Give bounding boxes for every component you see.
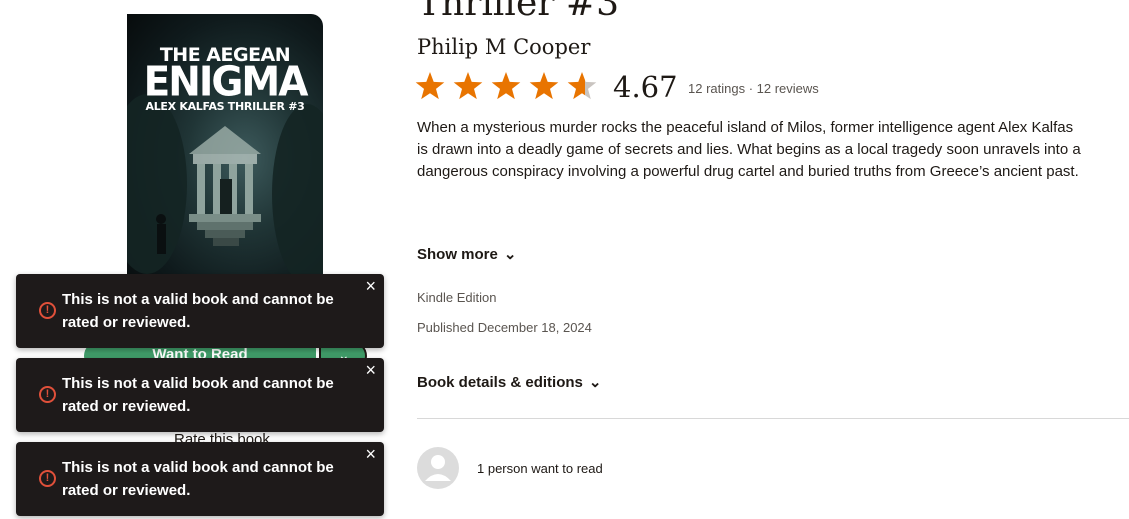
edition-format: Kindle Edition bbox=[417, 290, 497, 305]
close-icon[interactable]: × bbox=[365, 445, 376, 463]
error-toast: ! This is not a valid book and cannot be… bbox=[16, 358, 384, 432]
error-toast: ! This is not a valid book and cannot be… bbox=[16, 442, 384, 516]
cover-series-line: ALEX KALFAS THRILLER #3 bbox=[145, 100, 305, 113]
chevron-down-icon: ⌄ bbox=[503, 246, 517, 263]
rating-stars bbox=[415, 72, 597, 100]
avatar[interactable] bbox=[417, 447, 459, 489]
warning-circle-icon: ! bbox=[39, 302, 56, 319]
divider bbox=[417, 418, 1129, 419]
reader-avatar-icon bbox=[425, 455, 451, 481]
warning-circle-icon: ! bbox=[39, 386, 56, 403]
toast-message: This is not a valid book and cannot be r… bbox=[62, 291, 334, 331]
chevron-down-icon: ⌄ bbox=[588, 374, 602, 391]
star-icon bbox=[453, 72, 483, 100]
warning-circle-icon: ! bbox=[39, 470, 56, 487]
star-icon bbox=[415, 72, 445, 100]
book-cover[interactable]: THE AEGEAN ENIGMA ALEX KALFAS THRILLER #… bbox=[127, 14, 323, 276]
toast-message: This is not a valid book and cannot be r… bbox=[62, 459, 334, 499]
toast-message: This is not a valid book and cannot be r… bbox=[62, 375, 334, 415]
close-icon[interactable]: × bbox=[365, 277, 376, 295]
book-description: When a mysterious murder rocks the peace… bbox=[417, 119, 1081, 180]
author-link[interactable]: Philip M Cooper bbox=[417, 35, 590, 59]
book-details-label: Book details & editions bbox=[417, 374, 583, 391]
ratings-reviews-count[interactable]: 12 ratings · 12 reviews bbox=[688, 81, 819, 96]
show-more-label: Show more bbox=[417, 246, 498, 263]
star-icon bbox=[567, 72, 597, 100]
want-to-read-count[interactable]: 1 person want to read bbox=[477, 461, 603, 476]
close-icon[interactable]: × bbox=[365, 361, 376, 379]
star-icon bbox=[529, 72, 559, 100]
publication-date: Published December 18, 2024 bbox=[417, 320, 592, 335]
show-more-button[interactable]: Show more ⌄ bbox=[417, 245, 516, 263]
average-rating: 4.67 bbox=[613, 70, 678, 104]
book-title: Thriller #3 bbox=[417, 0, 619, 24]
error-toast: ! This is not a valid book and cannot be… bbox=[16, 274, 384, 348]
star-icon bbox=[491, 72, 521, 100]
book-details-button[interactable]: Book details & editions ⌄ bbox=[417, 373, 601, 391]
